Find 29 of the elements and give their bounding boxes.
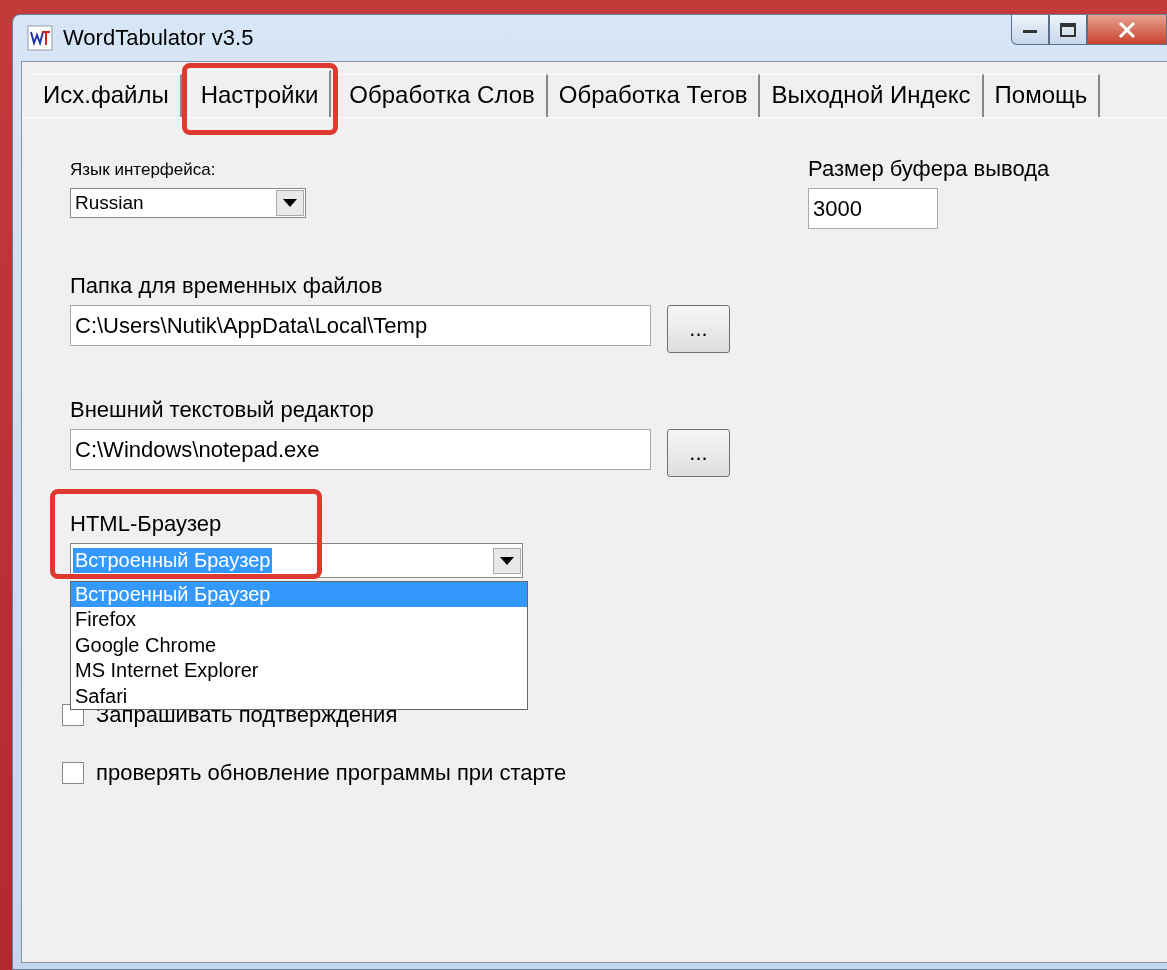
dropdown-option[interactable]: MS Internet Explorer [71,658,527,684]
path-field[interactable]: C:\Windows\notepad.exe [70,429,651,470]
minimize-button[interactable] [1011,15,1049,45]
browse-button[interactable]: ... [667,305,730,353]
path-field[interactable]: C:\Users\Nutik\AppData\Local\Temp [70,305,651,346]
maximize-button[interactable] [1049,15,1087,45]
close-button[interactable] [1087,15,1167,45]
field-label: Папка для временных файлов [70,273,383,299]
buffer-size-field[interactable]: 3000 [808,188,938,229]
tab[interactable]: Обработка Тегов [547,74,761,117]
app-icon [27,25,53,51]
tab[interactable]: Обработка Слов [338,74,548,117]
window-title: WordTabulator v3.5 [63,25,254,51]
field-label: HTML-Браузер [70,511,222,537]
tab[interactable]: Помощь [983,74,1101,117]
close-icon [1117,20,1137,39]
checkbox[interactable] [62,762,84,784]
tab[interactable]: Исх.файлы [32,74,182,117]
tab[interactable]: Выходной Индекс [760,74,984,117]
field-label: Внешний текстовый редактор [70,397,374,423]
tab[interactable]: Настройки [188,70,332,117]
language-dropdown[interactable]: Russian [70,188,306,218]
field-label: Размер буфера вывода [808,156,1050,182]
field-label: Язык интерфейса: [70,160,217,180]
dropdown-option[interactable]: Firefox [71,607,527,633]
maximize-icon [1059,21,1077,38]
browse-button[interactable]: ... [667,429,730,477]
dropdown-option[interactable]: Google Chrome [71,632,527,659]
checkbox-label: проверять обновление программы при старте [96,760,567,786]
